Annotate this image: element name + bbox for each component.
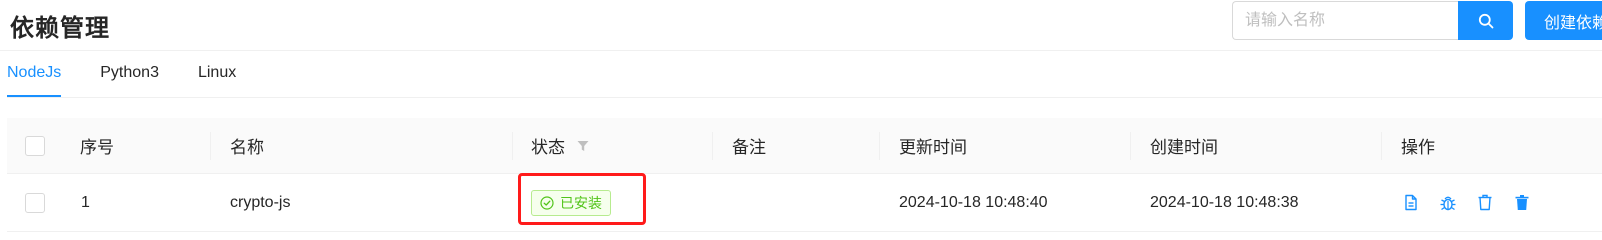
uninstall-icon[interactable] <box>1476 194 1494 212</box>
column-separator <box>879 132 880 160</box>
filter-icon[interactable] <box>577 140 589 152</box>
search-icon <box>1478 13 1493 28</box>
row-actions <box>1402 174 1550 231</box>
log-icon[interactable] <box>1402 194 1420 212</box>
row-updated-at: 2024-10-18 10:48:40 <box>899 193 1048 211</box>
tab-linux[interactable]: Linux <box>198 64 236 97</box>
column-header-actions: 操作 <box>1401 138 1435 157</box>
row-checkbox[interactable] <box>25 192 45 213</box>
tab-nodejs[interactable]: NodeJs <box>7 64 62 97</box>
column-header-name: 名称 <box>230 138 264 157</box>
column-header-status: 状态 <box>531 138 565 157</box>
select-all-checkbox[interactable] <box>25 135 45 156</box>
column-header-updated: 更新时间 <box>899 138 967 157</box>
highlight-annotation <box>518 173 646 225</box>
search-input[interactable] <box>1232 1 1458 40</box>
row-name: crypto-js <box>230 193 291 211</box>
delete-icon[interactable] <box>1513 194 1531 212</box>
column-header-created: 创建时间 <box>1150 138 1218 157</box>
debug-icon[interactable] <box>1439 194 1457 212</box>
tabs-divider <box>7 97 1602 98</box>
column-separator <box>712 132 713 160</box>
row-index: 1 <box>81 193 90 211</box>
column-separator <box>210 132 211 160</box>
tab-python3[interactable]: Python3 <box>100 64 159 97</box>
column-header-index: 序号 <box>80 138 114 157</box>
table-row: 1 crypto-js 已安装 2024-10-18 10:48:40 2024… <box>7 174 1602 232</box>
table-header: 序号 名称 状态 备注 更新时间 创建时间 操作 <box>7 118 1602 174</box>
page-title: 依赖管理 <box>10 15 110 42</box>
row-created-at: 2024-10-18 10:48:38 <box>1150 193 1299 211</box>
dependency-table: 序号 名称 状态 备注 更新时间 创建时间 操作 1 crypto-js 已安装… <box>7 118 1602 232</box>
search-button[interactable] <box>1458 1 1513 40</box>
column-header-remark: 备注 <box>732 138 766 157</box>
column-separator <box>512 132 513 160</box>
header-divider <box>0 50 1602 51</box>
column-separator <box>1130 132 1131 160</box>
search-bar <box>1232 1 1513 40</box>
tab-bar: NodeJs Python3 Linux <box>7 64 275 97</box>
column-separator <box>1381 132 1382 160</box>
create-dependency-button[interactable]: 创建依赖 <box>1525 1 1602 40</box>
